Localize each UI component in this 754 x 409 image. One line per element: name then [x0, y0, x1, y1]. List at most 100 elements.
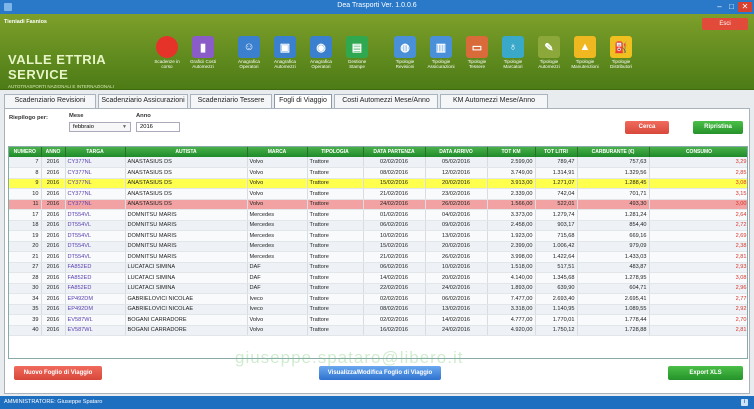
- cell-partenza: 24/02/2016: [363, 199, 426, 210]
- table-row[interactable]: 7 2016 CY377NL ANASTASIUS DS Volvo Trattore 02…: [9, 157, 747, 168]
- cell-anno: 2016: [41, 314, 66, 326]
- cell-km: 2.399,00: [487, 241, 536, 252]
- tab-1[interactable]: Scadenziario Assicurazioni: [98, 94, 188, 108]
- cell-arrivo: 23/02/2016: [425, 188, 488, 200]
- anno-input[interactable]: 2016: [136, 122, 180, 132]
- ribbon-button[interactable]: ☺ Anagrafica Operatori: [232, 36, 266, 84]
- ribbon-button[interactable]: ▮ Graficii Costi Automezzi: [186, 36, 220, 84]
- cell-litri: 1.770,01: [535, 314, 578, 326]
- truck-icon: ▣: [274, 36, 296, 58]
- ribbon-button[interactable]: ⛽ Tipologie Distributori: [604, 36, 638, 84]
- ribbon-button[interactable]: ♁ Tipologie Marcatori: [496, 36, 530, 84]
- column-header[interactable]: TOT KM: [487, 147, 536, 157]
- ribbon-button-label: Scadenze in corso: [154, 59, 180, 70]
- cell-targa: DT554VL: [65, 241, 126, 252]
- table-row[interactable]: 35 2016 EP492DM GABRIELOVICI NICOLAE Iveco Tr…: [9, 304, 747, 315]
- table-row[interactable]: 9 2016 CY377NL ANASTASIUS DS Volvo Trattore 15…: [9, 178, 747, 189]
- cell-arrivo: 13/02/2016: [425, 230, 488, 242]
- cell-tipologia: Trattore: [307, 241, 364, 252]
- cell-tipologia: Trattore: [307, 178, 364, 189]
- info-icon[interactable]: i: [741, 399, 748, 406]
- column-header[interactable]: TOT LITRI: [535, 147, 578, 157]
- column-header[interactable]: ANNO: [41, 147, 66, 157]
- fogli-viaggio-table[interactable]: NUMERO ANNO TARGA AUTISTA MARCA TIPOLOGIA DATA…: [8, 146, 748, 359]
- column-header[interactable]: DATA ARRIVO: [425, 147, 488, 157]
- table-row[interactable]: 20 2016 DT554VL DOMNITSU MARIS Mercedes Tratt…: [9, 241, 747, 252]
- tab-2[interactable]: Scadenziario Tessere: [190, 94, 272, 108]
- close-button[interactable]: ✕: [738, 2, 752, 12]
- tab-3[interactable]: Fogli di Viaggio: [274, 94, 332, 108]
- fuel-pump-icon: ⛽: [610, 36, 632, 58]
- ripristina-button[interactable]: Ripristina: [693, 121, 743, 134]
- cell-carb: 1.433,03: [577, 251, 650, 263]
- table-row[interactable]: 18 2016 DT554VL DOMNITSU MARIS Mercedes Tratt…: [9, 220, 747, 231]
- chevron-down-icon: ▼: [122, 124, 127, 130]
- minimize-button[interactable]: –: [714, 2, 725, 12]
- table-row[interactable]: 10 2016 CY377NL ANASTASIUS DS Volvo Trattore 2…: [9, 188, 747, 200]
- cell-litri: 742,04: [535, 188, 578, 200]
- cell-litri: 1.006,42: [535, 241, 578, 252]
- cell-numero: 30: [9, 283, 42, 294]
- ribbon-button[interactable]: ▥ Tipologie Assicurazioni: [424, 36, 458, 84]
- ribbon-button[interactable]: ✎ Tipologie Automezzi: [532, 36, 566, 84]
- ribbon-button[interactable]: ▤ Gestione Stampe: [340, 36, 374, 84]
- cell-tipologia: Trattore: [307, 220, 364, 231]
- ribbon-button[interactable]: ◍ Tipologie Revisioni: [388, 36, 422, 84]
- cerca-button[interactable]: Cerca: [625, 121, 669, 134]
- nuovo-foglio-button[interactable]: Nuovo Foglio di Viaggio: [14, 366, 102, 380]
- table-row[interactable]: 28 2016 FA852ED LUCATACI SIMINA DAF Trattore 1…: [9, 272, 747, 284]
- column-header[interactable]: NUMERO: [9, 147, 42, 157]
- ribbon-button[interactable]: ◉ Anagrafica Operatori: [304, 36, 338, 84]
- cell-arrivo: 06/02/2016: [425, 293, 488, 305]
- exit-button[interactable]: Esci: [702, 18, 748, 30]
- table-row[interactable]: 11 2016 CY377NL ANASTASIUS DS Volvo Trattore 2…: [9, 199, 747, 210]
- mese-select[interactable]: febbraio ▼: [69, 122, 131, 132]
- cell-anno: 2016: [41, 293, 66, 305]
- tab-5[interactable]: KM Automezzi Mese/Anno: [440, 94, 548, 108]
- cell-cons: 3,00: [649, 199, 747, 210]
- column-header[interactable]: CONSUMO: [649, 147, 747, 157]
- ribbon-button[interactable]: ▭ Tipologie Tessere: [460, 36, 494, 84]
- ribbon-button-label: Tipologie Assicurazioni: [427, 59, 455, 70]
- column-header[interactable]: AUTISTA: [125, 147, 248, 157]
- cell-litri: 517,51: [535, 262, 578, 273]
- cell-anno: 2016: [41, 220, 66, 231]
- column-header[interactable]: TIPOLOGIA: [307, 147, 364, 157]
- column-header[interactable]: CARBURANTE (€): [577, 147, 650, 157]
- ribbon-button-label: Anagrafica Operatori: [310, 59, 332, 70]
- cell-arrivo: 04/02/2016: [425, 209, 488, 221]
- column-header[interactable]: DATA PARTENZA: [363, 147, 426, 157]
- cell-partenza: 02/02/2016: [363, 314, 426, 326]
- cell-numero: 27: [9, 262, 42, 273]
- table-row[interactable]: 17 2016 DT554VL DOMNITSU MARIS Mercedes Tratt…: [9, 209, 747, 221]
- cell-marca: Volvo: [247, 199, 308, 210]
- menu-label[interactable]: Tieniadi Fasnios: [4, 19, 47, 25]
- table-row[interactable]: 34 2016 EP492DM GABRIELOVICI NICOLAE Iveco Tr…: [9, 293, 747, 305]
- cell-km: 1.893,00: [487, 283, 536, 294]
- cell-marca: DAF: [247, 272, 308, 284]
- circle-red-icon: [156, 36, 178, 58]
- table-row[interactable]: 19 2016 DT554VL DOMNITSU MARIS Mercedes Tratt…: [9, 230, 747, 242]
- table-row[interactable]: 8 2016 CY377NL ANASTASIUS DS Volvo Trattore 08…: [9, 167, 747, 179]
- tab-0[interactable]: Scadenziario Revisioni: [4, 94, 96, 108]
- table-row[interactable]: 21 2016 DT554VL DOMNITSU MARIS Mercedes Tratt…: [9, 251, 747, 263]
- column-header[interactable]: TARGA: [65, 147, 126, 157]
- cell-carb: 604,71: [577, 283, 650, 294]
- mese-label: Mese: [69, 113, 84, 119]
- table-row[interactable]: 30 2016 FA852ED LUCATACI SIMINA DAF Trattore 2…: [9, 283, 747, 294]
- table-row[interactable]: 40 2016 EV587WL BOGANI CARRADORE Volvo Tratto…: [9, 325, 747, 336]
- ribbon-button[interactable]: Scadenze in corso: [150, 36, 184, 84]
- cell-marca: Volvo: [247, 314, 308, 326]
- column-header[interactable]: MARCA: [247, 147, 308, 157]
- table-row[interactable]: 27 2016 FA852ED LUCATACI SIMINA DAF Trattore 0…: [9, 262, 747, 273]
- visualizza-modifica-button[interactable]: Visualizza/Modifica Foglio di Viaggio: [319, 366, 441, 380]
- tab-4[interactable]: Costi Automezzi Mese/Anno: [334, 94, 438, 108]
- export-xls-button[interactable]: Export XLS: [668, 366, 743, 380]
- ribbon-button[interactable]: ▲ Tipologie Manutenzioni: [568, 36, 602, 84]
- maximize-button[interactable]: □: [726, 2, 737, 12]
- table-row[interactable]: 39 2016 EV587WL BOGANI CARRADORE Volvo Tratto…: [9, 314, 747, 326]
- status-bar: AMMINISTRATORE: Giuseppe Spataro i: [0, 396, 754, 409]
- ribbon-button[interactable]: ▣ Anagrafica Automezzi: [268, 36, 302, 84]
- cell-litri: 1.140,95: [535, 304, 578, 315]
- logo-sub-text: AUTOTRASPORTI NAZIONALI E INTERNAZIONALI: [8, 84, 114, 89]
